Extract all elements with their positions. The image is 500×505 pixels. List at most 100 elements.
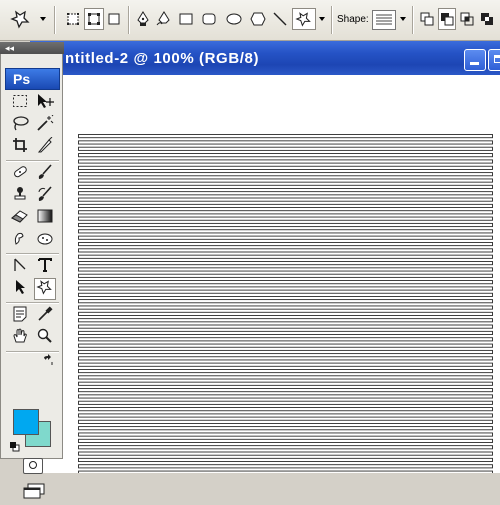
stripe-29	[78, 318, 493, 323]
brush-tool[interactable]	[34, 163, 56, 185]
fill-pixels-button[interactable]	[106, 8, 122, 30]
brush-icon	[37, 163, 53, 185]
crop-icon	[12, 137, 28, 158]
chevron-down-icon[interactable]	[400, 17, 406, 21]
stripe-5	[78, 165, 493, 170]
notes-tool[interactable]	[9, 305, 31, 327]
zoom-tool[interactable]	[34, 327, 56, 349]
minimize-button[interactable]	[464, 49, 486, 71]
slice-tool[interactable]	[34, 136, 56, 158]
stripe-3	[78, 153, 493, 158]
document-title-bar[interactable]: ntitled-2 @ 100% (RGB/8)	[30, 41, 500, 75]
shape-layers-button[interactable]	[64, 8, 82, 30]
marquee-tool[interactable]	[9, 92, 31, 114]
chevron-down-icon[interactable]	[40, 17, 46, 21]
rectangle-tool-button[interactable]	[178, 8, 194, 30]
history-brush-tool[interactable]	[34, 185, 56, 207]
magic-wand-tool[interactable]	[34, 114, 56, 136]
divider	[331, 6, 333, 34]
line-icon	[272, 11, 288, 27]
gradient-icon	[37, 209, 53, 228]
stripe-25	[78, 292, 493, 297]
freeform-pen-icon	[156, 11, 172, 27]
stripe-22	[78, 273, 493, 278]
collapse-panel-icon[interactable]: ◂◂	[5, 42, 14, 54]
combine-subtract-icon	[440, 12, 454, 26]
stripe-15	[78, 229, 493, 234]
stripe-49	[78, 445, 493, 450]
path-selection-tool[interactable]	[9, 256, 31, 278]
maximize-button[interactable]	[488, 49, 500, 71]
quick-mask-icon	[27, 457, 39, 475]
type-tool[interactable]	[34, 256, 56, 278]
stripe-43	[78, 407, 493, 412]
minimize-icon	[470, 62, 479, 65]
dodge-tool[interactable]	[9, 229, 31, 251]
eraser-tool[interactable]	[9, 207, 31, 229]
burn-sponge-tool[interactable]	[34, 229, 56, 251]
custom-shape-tool-button[interactable]	[292, 8, 316, 30]
magic-wand-icon	[36, 114, 54, 136]
direct-selection-tool[interactable]	[9, 278, 31, 300]
stripe-20	[78, 261, 493, 266]
stripe-10	[78, 197, 493, 202]
move-tool[interactable]	[34, 92, 56, 114]
tools-panel: Ps	[0, 54, 63, 499]
ellipse-tool-button[interactable]	[224, 8, 244, 30]
pen-tool-button[interactable]	[134, 8, 152, 30]
custom-shape-tool[interactable]	[34, 278, 56, 300]
paths-button[interactable]	[84, 8, 104, 30]
custom-shape-tool-icon	[36, 279, 54, 300]
chevron-down-icon[interactable]	[319, 17, 325, 21]
polygon-tool-button[interactable]	[248, 8, 268, 30]
marquee-icon	[12, 94, 28, 113]
document-canvas[interactable]	[30, 75, 500, 473]
lasso-tool[interactable]	[9, 114, 31, 136]
combine-intersect-button[interactable]	[458, 8, 476, 30]
quick-mask-button[interactable]	[23, 458, 43, 474]
combine-subtract-button[interactable]	[438, 8, 456, 30]
custom-shape-preset-icon	[10, 9, 32, 29]
freeform-pen-button[interactable]	[154, 8, 174, 30]
stripe-2	[78, 146, 493, 151]
stripe-32	[78, 337, 493, 342]
default-colors-icon[interactable]	[10, 439, 20, 457]
healing-brush-tool[interactable]	[9, 163, 31, 185]
gradient-tool[interactable]	[34, 207, 56, 229]
tools-panel-header[interactable]: ◂◂	[0, 42, 64, 54]
hand-tool[interactable]	[9, 327, 31, 349]
stripe-19	[78, 254, 493, 259]
stripe-38	[78, 375, 493, 380]
stripe-12	[78, 210, 493, 215]
combine-add-button[interactable]	[418, 8, 436, 30]
app-logo[interactable]: Ps	[5, 68, 60, 90]
stripe-51	[78, 457, 493, 463]
lasso-icon	[11, 115, 29, 136]
direct-selection-icon	[13, 279, 27, 300]
shape-picker[interactable]	[372, 10, 396, 30]
stripe-24	[78, 286, 493, 291]
path-selection-icon	[12, 257, 28, 278]
stripe-13	[78, 216, 493, 221]
swap-colors-icon[interactable]	[42, 353, 54, 371]
crop-tool[interactable]	[9, 136, 31, 158]
screen-mode-button[interactable]	[21, 482, 47, 500]
stripe-39	[78, 381, 493, 386]
eyedropper-tool[interactable]	[34, 305, 56, 327]
rounded-rectangle-tool-button[interactable]	[200, 8, 218, 30]
stripe-0	[78, 134, 493, 139]
line-tool-button[interactable]	[270, 8, 290, 30]
clone-stamp-tool[interactable]	[9, 185, 31, 207]
burn-sponge-icon	[36, 230, 54, 251]
eyedropper-icon	[37, 305, 53, 327]
tool-preset-picker[interactable]	[6, 8, 36, 30]
combine-add-icon	[420, 12, 434, 26]
notes-icon	[13, 306, 27, 327]
foreground-color-swatch[interactable]	[13, 409, 39, 435]
eraser-icon	[11, 209, 29, 228]
stripe-52	[78, 464, 493, 469]
shape-layers-icon	[66, 12, 80, 26]
document-title: ntitled-2 @ 100% (RGB/8)	[65, 50, 260, 67]
combine-exclude-button[interactable]	[478, 8, 496, 30]
combine-exclude-icon	[480, 12, 494, 26]
